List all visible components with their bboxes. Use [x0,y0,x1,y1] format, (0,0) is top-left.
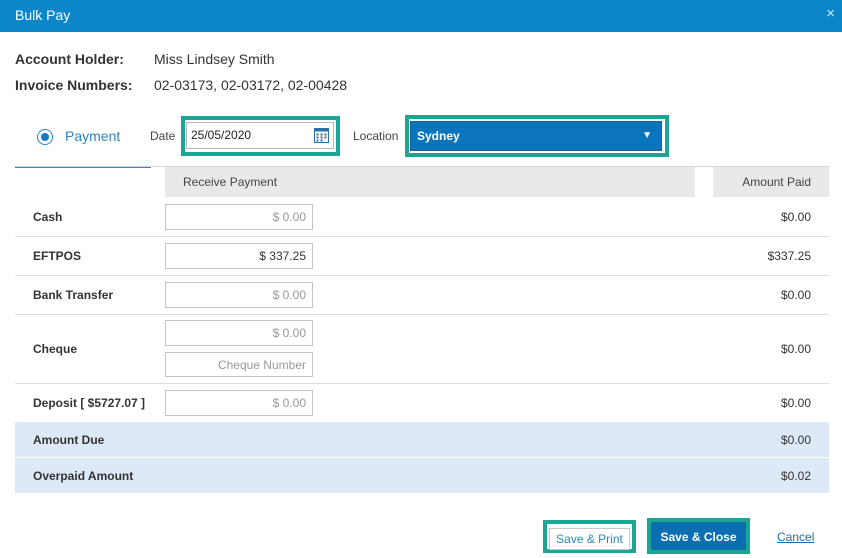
table-row: Deposit [ $5727.07 ] $ 0.00 $0.00 [15,384,829,422]
bank-transfer-amount-paid: $0.00 [780,288,811,302]
payment-method-name: Cash [33,210,63,224]
overpaid-amount-value: $0.02 [780,469,811,483]
location-select[interactable]: Sydney ▼ [410,121,662,151]
table-row: Bank Transfer $ 0.00 $0.00 [15,276,829,315]
cheque-number-input[interactable]: Cheque Number [165,352,313,377]
location-value: Sydney [417,129,460,143]
payment-method-name: Deposit [ $5727.07 ] [33,396,146,410]
table-row: Cash $ 0.00 $0.00 [15,198,829,237]
table-row: Cheque $ 0.00 Cheque Number $0.00 [15,315,829,384]
payment-method-name: EFTPOS [33,249,82,263]
amount-paid-header: Amount Paid [713,167,829,197]
cash-amount-input[interactable]: $ 0.00 [165,204,313,230]
receive-payment-header-label: Receive Payment [183,175,278,189]
payment-radio[interactable] [37,129,53,145]
tab-payment-label: Payment [65,128,121,144]
overpaid-amount-row: Overpaid Amount $0.02 [15,458,829,493]
deposit-amount-input[interactable]: $ 0.00 [165,390,313,416]
account-holder-label: Account Holder: [15,51,124,67]
save-close-button[interactable]: Save & Close [647,518,750,554]
table-row: EFTPOS $ 337.25 $337.25 [15,237,829,276]
eftpos-amount-paid: $337.25 [767,249,811,263]
invoice-numbers-label: Invoice Numbers: [15,77,133,93]
amount-due-value: $0.00 [780,433,811,447]
date-input[interactable]: 25/05/2020 [186,122,334,149]
close-icon[interactable]: × [826,5,835,22]
amount-due-row: Amount Due $0.00 [15,422,829,457]
save-print-label: Save & Print [549,528,630,550]
location-label: Location [353,129,399,143]
bank-transfer-amount-input[interactable]: $ 0.00 [165,282,313,308]
dialog-title: Bulk Pay [15,7,71,23]
save-print-button[interactable]: Save & Print [543,520,636,553]
cheque-amount-input[interactable]: $ 0.00 [165,320,313,346]
date-label: Date [150,129,176,143]
overpaid-amount-label: Overpaid Amount [33,469,134,483]
title-bar: Bulk Pay × [0,0,842,32]
amount-due-label: Amount Due [33,433,105,447]
invoice-numbers-value: 02-03173, 02-03172, 02-00428 [154,77,348,93]
cheque-amount-paid: $0.00 [780,342,811,356]
cash-amount-paid: $0.00 [780,210,811,224]
cancel-link[interactable]: Cancel [777,530,814,544]
account-holder-value: Miss Lindsey Smith [154,51,275,67]
eftpos-amount-input[interactable]: $ 337.25 [165,243,313,269]
receive-payment-header: Receive Payment [165,167,695,197]
payment-method-name: Cheque [33,342,78,356]
calendar-icon[interactable] [314,127,329,143]
payment-method-name: Bank Transfer [33,288,114,302]
tab-payment[interactable]: Payment [15,112,151,168]
caret-down-icon: ▼ [642,130,652,141]
deposit-amount-paid: $0.00 [780,396,811,410]
amount-paid-header-label: Amount Paid [742,175,811,189]
